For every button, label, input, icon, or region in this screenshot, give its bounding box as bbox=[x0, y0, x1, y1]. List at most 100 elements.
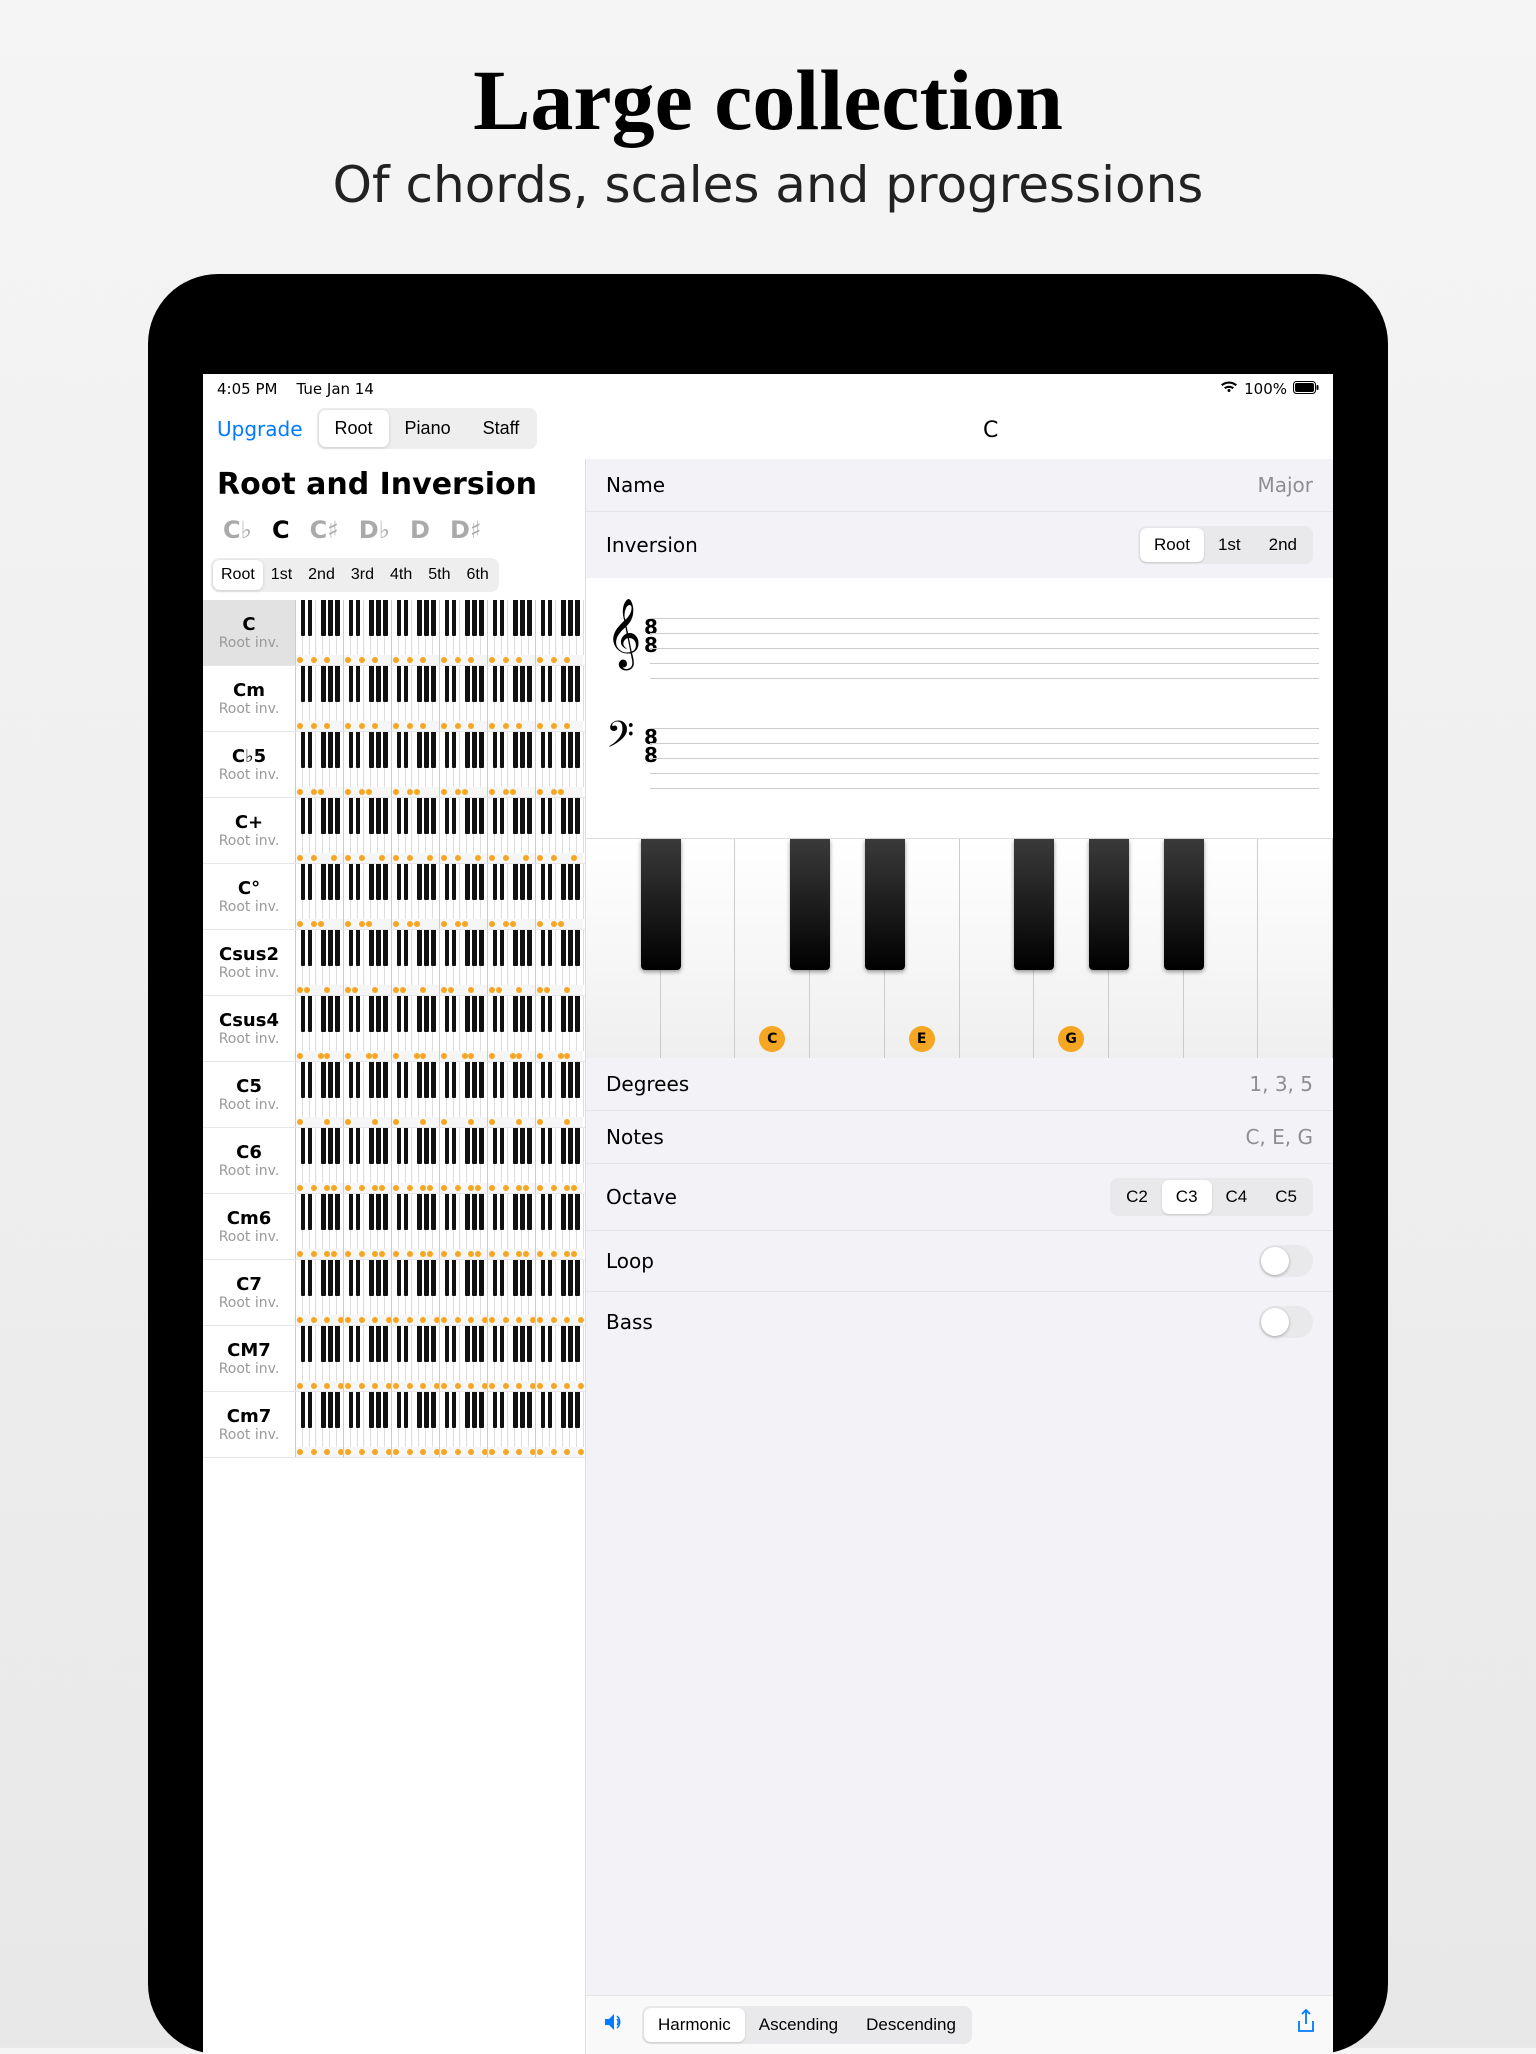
piano-black-key[interactable] bbox=[641, 839, 681, 970]
chord-row[interactable]: C5Root inv. bbox=[203, 1062, 585, 1128]
chord-row[interactable]: C+Root inv. bbox=[203, 798, 585, 864]
chord-inv: Root inv. bbox=[203, 1097, 295, 1113]
root-note-selector[interactable]: C♭ C C♯ D♭ D D♯ bbox=[203, 516, 585, 558]
chord-row[interactable]: CRoot inv. bbox=[203, 600, 585, 666]
octave-option[interactable]: C3 bbox=[1162, 1180, 1212, 1214]
chord-row[interactable]: CM7Root inv. bbox=[203, 1326, 585, 1392]
root-note[interactable]: C♯ bbox=[310, 516, 339, 544]
piano-black-key[interactable] bbox=[1164, 839, 1204, 970]
name-label: Name bbox=[606, 473, 665, 497]
inversion-option[interactable]: 2nd bbox=[300, 560, 343, 590]
notes-row: Notes C, E, G bbox=[586, 1111, 1333, 1164]
speaker-icon[interactable] bbox=[602, 2012, 626, 2038]
hero-subtitle: Of chords, scales and progressions bbox=[0, 156, 1536, 214]
play-mode-option[interactable]: Descending bbox=[852, 2008, 970, 2042]
octave-option[interactable]: C2 bbox=[1112, 1180, 1162, 1214]
inversion-right-option[interactable]: 2nd bbox=[1255, 528, 1311, 562]
octave-row: Octave C2C3C4C5 bbox=[586, 1164, 1333, 1231]
view-segmented-control[interactable]: RootPianoStaff bbox=[317, 408, 538, 449]
chord-row[interactable]: C7Root inv. bbox=[203, 1260, 585, 1326]
chord-inv: Root inv. bbox=[203, 1427, 295, 1443]
chord-list[interactable]: CRoot inv.CmRoot inv.C♭5Root inv.C+Root … bbox=[203, 600, 585, 2054]
toolbar: Upgrade RootPianoStaff C bbox=[203, 404, 1333, 459]
chord-inv: Root inv. bbox=[203, 1031, 295, 1047]
staff-area: 𝄞 88 𝄢 88 bbox=[586, 578, 1333, 838]
piano-black-key[interactable] bbox=[1014, 839, 1054, 970]
chord-row[interactable]: C♭5Root inv. bbox=[203, 732, 585, 798]
play-mode-option[interactable]: Harmonic bbox=[644, 2008, 745, 2042]
chord-name: C7 bbox=[203, 1274, 295, 1295]
piano-keyboard[interactable]: CEG bbox=[586, 838, 1333, 1058]
upgrade-link[interactable]: Upgrade bbox=[217, 417, 303, 441]
chord-row[interactable]: Csus2Root inv. bbox=[203, 930, 585, 996]
chord-inv: Root inv. bbox=[203, 1163, 295, 1179]
octave-segmented[interactable]: C2C3C4C5 bbox=[1110, 1178, 1313, 1216]
inversion-option[interactable]: 5th bbox=[420, 560, 458, 590]
inversion-option[interactable]: 4th bbox=[382, 560, 420, 590]
chord-row[interactable]: C6Root inv. bbox=[203, 1128, 585, 1194]
loop-toggle[interactable] bbox=[1259, 1245, 1313, 1277]
chord-name: Csus4 bbox=[203, 1010, 295, 1031]
chord-row[interactable]: Cm6Root inv. bbox=[203, 1194, 585, 1260]
bass-toggle[interactable] bbox=[1259, 1306, 1313, 1338]
inversion-right-option[interactable]: Root bbox=[1140, 528, 1204, 562]
chord-inv: Root inv. bbox=[203, 1229, 295, 1245]
chord-name: Csus2 bbox=[203, 944, 295, 965]
octave-option[interactable]: C4 bbox=[1212, 1180, 1262, 1214]
status-date: Tue Jan 14 bbox=[297, 380, 374, 398]
degrees-row: Degrees 1, 3, 5 bbox=[586, 1058, 1333, 1111]
play-mode-option[interactable]: Ascending bbox=[745, 2008, 852, 2042]
chord-name: CM7 bbox=[203, 1340, 295, 1361]
root-note[interactable]: D bbox=[410, 516, 430, 544]
piano-white-key[interactable] bbox=[1258, 839, 1333, 1058]
bottom-toolbar: HarmonicAscendingDescending bbox=[586, 1995, 1333, 2054]
inversion-option[interactable]: 3rd bbox=[343, 560, 382, 590]
inversion-label: Inversion bbox=[606, 533, 698, 557]
device-frame: 4:05 PM Tue Jan 14 100% Upgrade RootPian… bbox=[148, 274, 1388, 2054]
notes-value: C, E, G bbox=[1245, 1125, 1313, 1149]
inversion-right-segmented[interactable]: Root1st2nd bbox=[1138, 526, 1313, 564]
chord-name: C♭5 bbox=[203, 746, 295, 767]
inversion-option[interactable]: 6th bbox=[458, 560, 496, 590]
right-panel: Name Major Inversion Root1st2nd 𝄞 88 𝄢 8… bbox=[586, 459, 1333, 2054]
inversion-row: Inversion Root1st2nd bbox=[586, 512, 1333, 578]
chord-inv: Root inv. bbox=[203, 1361, 295, 1377]
tab-staff[interactable]: Staff bbox=[467, 410, 536, 447]
tab-piano[interactable]: Piano bbox=[389, 410, 467, 447]
piano-black-key[interactable] bbox=[1089, 839, 1129, 970]
name-value: Major bbox=[1257, 473, 1313, 497]
note-marker: C bbox=[759, 1026, 785, 1052]
wifi-icon bbox=[1220, 380, 1238, 398]
chord-inv: Root inv. bbox=[203, 1295, 295, 1311]
section-title: Root and Inversion bbox=[203, 459, 585, 516]
chord-row[interactable]: Csus4Root inv. bbox=[203, 996, 585, 1062]
piano-black-key[interactable] bbox=[865, 839, 905, 970]
inversion-option[interactable]: 1st bbox=[263, 560, 300, 590]
share-icon[interactable] bbox=[1295, 2009, 1317, 2041]
root-note[interactable]: D♭ bbox=[359, 516, 390, 544]
chord-row[interactable]: C°Root inv. bbox=[203, 864, 585, 930]
degrees-label: Degrees bbox=[606, 1072, 689, 1096]
app-screen: 4:05 PM Tue Jan 14 100% Upgrade RootPian… bbox=[203, 374, 1333, 2054]
root-note[interactable]: D♯ bbox=[450, 516, 482, 544]
root-note[interactable]: C♭ bbox=[223, 516, 252, 544]
status-battery-pct: 100% bbox=[1244, 380, 1287, 398]
chord-inv: Root inv. bbox=[203, 701, 295, 717]
chord-inv: Root inv. bbox=[203, 965, 295, 981]
root-note[interactable]: C bbox=[272, 516, 290, 544]
chord-row[interactable]: CmRoot inv. bbox=[203, 666, 585, 732]
status-bar: 4:05 PM Tue Jan 14 100% bbox=[203, 374, 1333, 404]
inversion-right-option[interactable]: 1st bbox=[1204, 528, 1255, 562]
tab-root[interactable]: Root bbox=[319, 410, 389, 447]
chord-row[interactable]: Cm7Root inv. bbox=[203, 1392, 585, 1458]
bass-label: Bass bbox=[606, 1310, 653, 1334]
inversion-segmented-control[interactable]: Root1st2nd3rd4th5th6th bbox=[211, 558, 499, 592]
piano-black-key[interactable] bbox=[790, 839, 830, 970]
play-mode-segmented[interactable]: HarmonicAscendingDescending bbox=[642, 2006, 972, 2044]
notes-label: Notes bbox=[606, 1125, 664, 1149]
octave-option[interactable]: C5 bbox=[1261, 1180, 1311, 1214]
bass-staff: 𝄢 88 bbox=[600, 698, 1319, 808]
chord-name: C5 bbox=[203, 1076, 295, 1097]
chord-inv: Root inv. bbox=[203, 767, 295, 783]
inversion-option[interactable]: Root bbox=[213, 560, 263, 590]
